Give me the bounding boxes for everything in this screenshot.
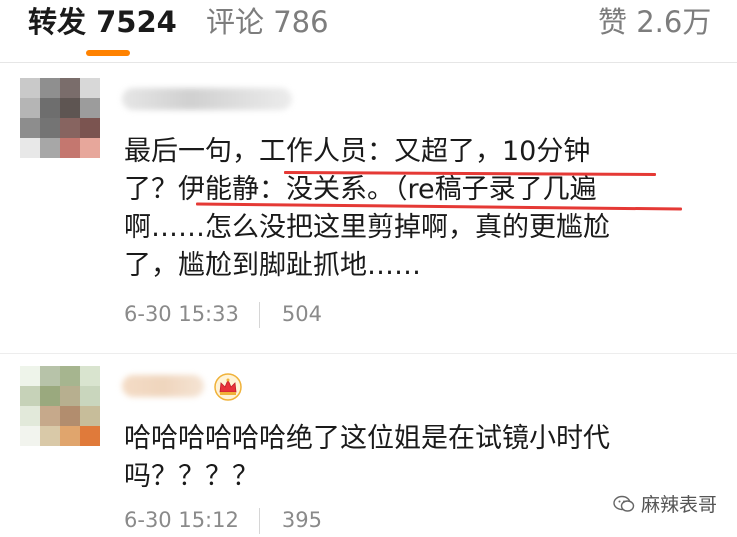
tab-comment[interactable]: 评论 786 xyxy=(206,2,329,42)
tab-like[interactable]: 赞 2.6万 xyxy=(598,2,711,42)
username-blurred[interactable] xyxy=(122,375,204,397)
avatar[interactable] xyxy=(20,366,100,446)
like-count[interactable]: 395 xyxy=(282,508,322,532)
comment-text-line: 哈哈哈哈哈哈绝了这位姐是在试镜小时代 xyxy=(124,423,610,454)
avatar[interactable] xyxy=(20,78,100,158)
watermark: 麻辣表哥 xyxy=(613,490,717,517)
comment-time: 6-30 15:33 xyxy=(124,302,239,326)
comment-time: 6-30 15:12 xyxy=(124,508,239,532)
like-count[interactable]: 504 xyxy=(282,302,322,326)
comment-text-line: 啊……怎么没把这里剪掉啊，真的更尴尬 xyxy=(124,212,610,243)
watermark-text: 麻辣表哥 xyxy=(640,494,717,516)
tab-repost[interactable]: 转发 7524 xyxy=(28,2,177,42)
meta-separator xyxy=(258,302,260,328)
tab-bar: 转发 7524 评论 786 赞 2.6万 xyxy=(0,0,737,62)
comment-meta: 6-30 15:12 395 xyxy=(124,506,322,534)
username-blurred[interactable] xyxy=(122,88,292,110)
active-tab-indicator xyxy=(86,50,130,56)
comment-meta: 6-30 15:33 504 xyxy=(124,300,322,328)
wechat-icon xyxy=(613,495,635,512)
comment-text-line: 最后一句，工作人员：又超了，10分钟 xyxy=(124,136,591,167)
comment-text-line: 了，尴尬到脚趾抓地…… xyxy=(124,250,421,281)
crown-icon xyxy=(214,373,242,401)
divider xyxy=(0,353,737,354)
meta-separator xyxy=(258,508,260,534)
divider xyxy=(0,62,737,63)
comment-text: 哈哈哈哈哈哈绝了这位姐是在试镜小时代 吗？？？？ xyxy=(124,420,704,496)
